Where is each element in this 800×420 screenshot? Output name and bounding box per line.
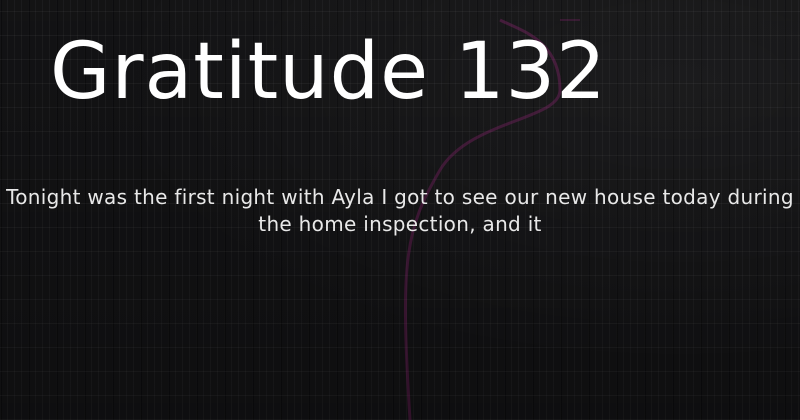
post-excerpt: Tonight was the first night with Ayla I … [6, 185, 794, 236]
page-title: Gratitude 132 [50, 27, 607, 117]
